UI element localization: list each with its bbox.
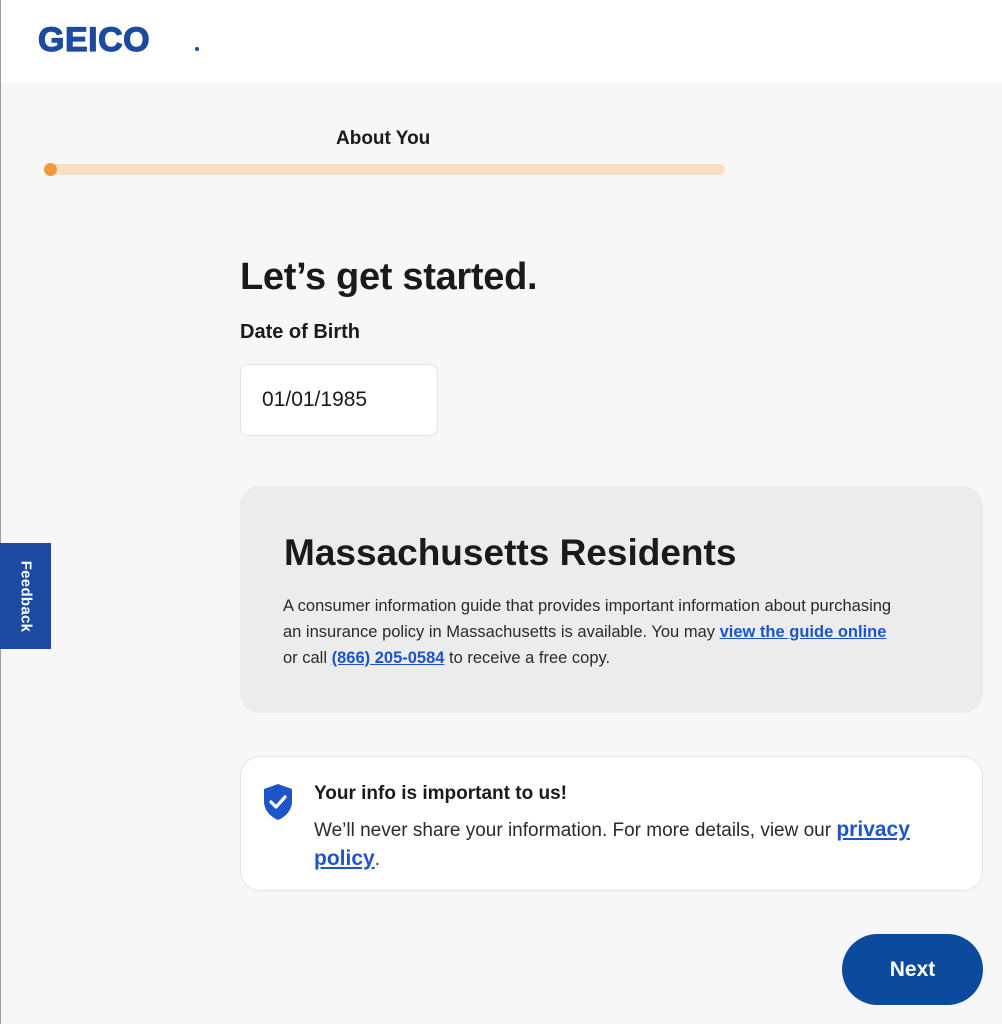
- feedback-label: Feedback: [17, 560, 35, 632]
- massachusetts-notice: Massachusetts Residents A consumer infor…: [240, 486, 983, 713]
- view-guide-link[interactable]: view the guide online: [720, 623, 887, 641]
- phone-link[interactable]: (866) 205-0584: [332, 649, 445, 667]
- shield-check-icon: [264, 784, 292, 820]
- geico-logo[interactable]: GEICO: [37, 21, 150, 58]
- site-header: GEICO: [1, 0, 1002, 83]
- feedback-tab[interactable]: Feedback: [0, 543, 51, 649]
- progress-indicator: [44, 163, 57, 176]
- notice-text-middle: or call: [283, 649, 332, 667]
- privacy-text-suffix: .: [374, 849, 380, 870]
- logo-registered-mark: [195, 47, 199, 51]
- progress-step-label: About You: [336, 128, 431, 149]
- privacy-notice: Your info is important to us! We’ll neve…: [240, 756, 983, 891]
- privacy-text-body: We’ll never share your information. For …: [314, 820, 837, 841]
- notice-text: A consumer information guide that provid…: [283, 593, 903, 671]
- progress-bar: [44, 164, 725, 175]
- window-edge: [0, 0, 1, 1024]
- next-button[interactable]: Next: [842, 934, 983, 1005]
- dob-label: Date of Birth: [240, 321, 360, 343]
- notice-title: Massachusetts Residents: [284, 532, 737, 573]
- dob-input[interactable]: [240, 364, 438, 436]
- notice-text-end: to receive a free copy.: [444, 649, 611, 667]
- privacy-text: We’ll never share your information. For …: [314, 816, 954, 874]
- privacy-title: Your info is important to us!: [314, 783, 567, 804]
- page-title: Let’s get started.: [240, 256, 538, 298]
